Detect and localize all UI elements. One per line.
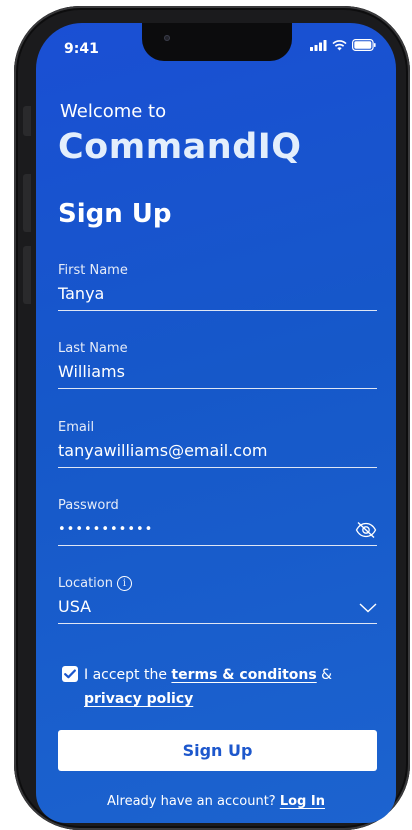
first-name-label: First Name (58, 263, 128, 278)
welcome-text: Welcome to (60, 101, 167, 122)
first-name-field[interactable]: First Name Tanya (58, 263, 377, 311)
password-label: Password (58, 498, 119, 513)
notch (142, 23, 292, 61)
app-screen: 9:41 Welcome to CommandIQ Sign Up First … (36, 23, 396, 823)
first-name-input[interactable]: Tanya (58, 284, 377, 310)
mute-switch (23, 106, 31, 136)
password-field[interactable]: Password ••••••••••• (58, 498, 377, 546)
terms-link[interactable]: terms & conditons (171, 667, 316, 683)
eye-slash-icon[interactable] (355, 521, 377, 539)
terms-prefix: I accept the (84, 667, 172, 683)
privacy-policy-link[interactable]: privacy policy (84, 691, 193, 707)
location-select[interactable]: USA (58, 597, 377, 623)
terms-consent: I accept the terms & conditons & privacy… (62, 663, 374, 711)
email-input[interactable]: tanyawilliams@email.com (58, 441, 377, 467)
login-prompt: Already have an account? (107, 794, 280, 809)
signal-icon (310, 39, 327, 51)
location-label-row: Location i (58, 576, 377, 591)
last-name-label: Last Name (58, 341, 128, 356)
battery-icon (352, 39, 376, 51)
terms-text: I accept the terms & conditons & privacy… (62, 663, 374, 711)
chevron-down-icon[interactable] (359, 603, 377, 613)
volume-down-button (23, 246, 31, 304)
last-name-field[interactable]: Last Name Williams (58, 341, 377, 389)
info-icon[interactable]: i (116, 576, 132, 591)
log-in-link[interactable]: Log In (280, 794, 325, 809)
terms-checkbox[interactable] (62, 666, 78, 682)
location-label: Location (58, 576, 113, 591)
camera-icon (164, 35, 170, 41)
sign-up-button[interactable]: Sign Up (58, 730, 377, 771)
email-label: Email (58, 420, 95, 435)
brand-logo-text: CommandIQ (58, 127, 302, 167)
terms-joiner: & (316, 667, 333, 683)
check-icon (64, 669, 76, 679)
page-title: Sign Up (58, 199, 172, 229)
wifi-icon (332, 39, 347, 50)
status-icons (310, 39, 376, 51)
email-field[interactable]: Email tanyawilliams@email.com (58, 420, 377, 468)
volume-up-button (23, 174, 31, 232)
login-prompt-row: Already have an account? Log In (36, 794, 396, 809)
password-input[interactable]: ••••••••••• (58, 519, 377, 545)
last-name-input[interactable]: Williams (58, 362, 377, 388)
status-time: 9:41 (64, 41, 99, 57)
location-field[interactable]: Location i USA (58, 576, 377, 624)
